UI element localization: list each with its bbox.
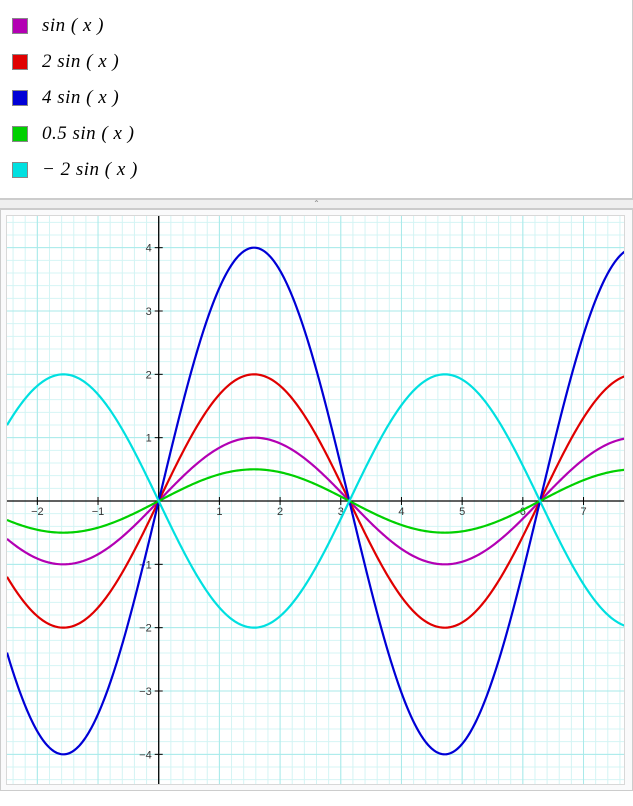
legend-label: 2 sin ( x ) bbox=[42, 51, 119, 73]
x-tick-label: 4 bbox=[398, 506, 404, 518]
plot-panel: −2−11234567−4−3−2−11234 bbox=[0, 209, 633, 791]
legend-item[interactable]: 0.5 sin ( x ) bbox=[12, 116, 620, 152]
y-tick-label: 4 bbox=[146, 243, 152, 255]
x-tick-label: 5 bbox=[459, 506, 465, 518]
legend-label: sin ( x ) bbox=[42, 15, 104, 37]
plot-area[interactable]: −2−11234567−4−3−2−11234 bbox=[6, 215, 625, 785]
chart-svg: −2−11234567−4−3−2−11234 bbox=[7, 216, 625, 785]
legend-swatch bbox=[12, 126, 28, 142]
legend-item[interactable]: 4 sin ( x ) bbox=[12, 80, 620, 116]
legend-item[interactable]: 2 sin ( x ) bbox=[12, 44, 620, 80]
legend-label: 0.5 sin ( x ) bbox=[42, 123, 135, 145]
legend-swatch bbox=[12, 54, 28, 70]
legend-swatch bbox=[12, 18, 28, 34]
x-tick-label: −1 bbox=[92, 506, 105, 518]
x-tick-label: 7 bbox=[580, 506, 586, 518]
legend-label: − 2 sin ( x ) bbox=[42, 159, 138, 181]
x-tick-label: 2 bbox=[277, 506, 283, 518]
y-tick-label: −4 bbox=[139, 749, 152, 761]
legend-item[interactable]: − 2 sin ( x ) bbox=[12, 152, 620, 188]
legend-swatch bbox=[12, 162, 28, 178]
panel-divider-handle[interactable]: ⌃ bbox=[0, 199, 633, 209]
legend-item[interactable]: sin ( x ) bbox=[12, 8, 620, 44]
legend-panel: sin ( x ) 2 sin ( x ) 4 sin ( x ) 0.5 sin (… bbox=[0, 0, 633, 199]
x-tick-label: 1 bbox=[216, 506, 222, 518]
legend-label: 4 sin ( x ) bbox=[42, 87, 119, 109]
y-tick-label: 2 bbox=[146, 369, 152, 381]
y-tick-label: −2 bbox=[139, 623, 152, 635]
legend-swatch bbox=[12, 90, 28, 106]
x-tick-label: −2 bbox=[31, 506, 44, 518]
y-tick-label: 3 bbox=[146, 306, 152, 318]
y-tick-label: −3 bbox=[139, 686, 152, 698]
y-tick-label: 1 bbox=[146, 433, 152, 445]
